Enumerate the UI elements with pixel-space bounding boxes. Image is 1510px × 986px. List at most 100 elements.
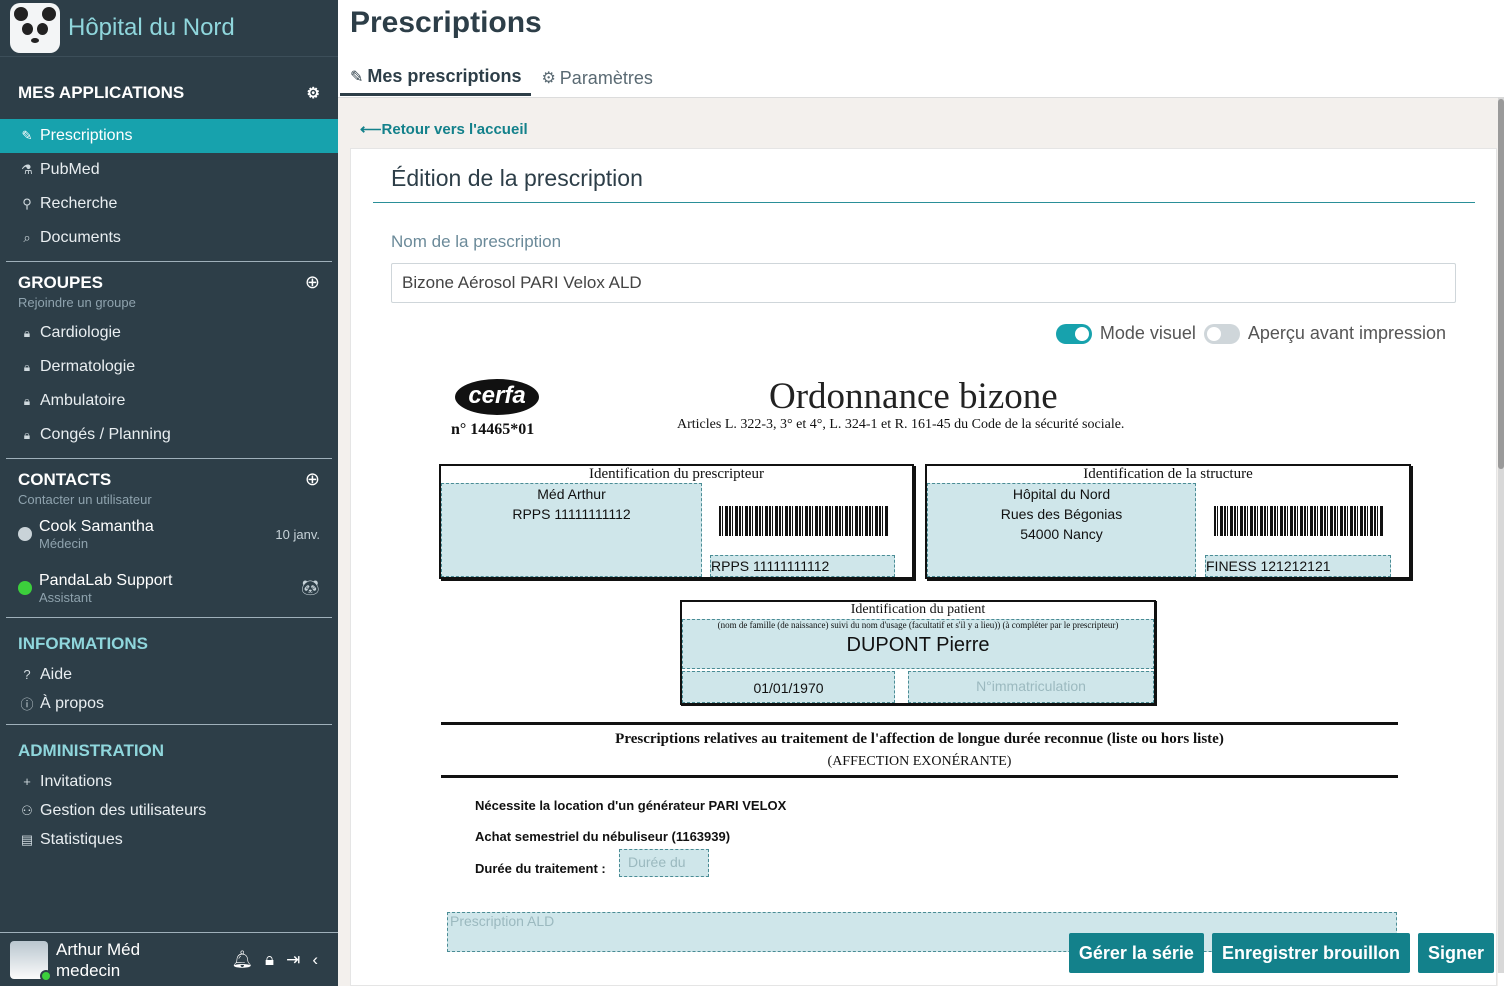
user-role: medecin: [56, 960, 121, 980]
contact-role: Assistant: [39, 589, 92, 605]
status-dot: [18, 527, 32, 541]
patient-note: (nom de famille (de naissance) suivi du …: [717, 620, 1119, 630]
ald-placeholder: Prescription ALD: [450, 913, 555, 929]
scrollbar[interactable]: [1498, 97, 1504, 973]
info-item-aide[interactable]: ? Aide: [0, 660, 338, 689]
page-title: Prescriptions: [350, 6, 542, 39]
group-item-ambulatoire[interactable]: 🔒︎ Ambulatoire: [0, 384, 338, 418]
lock-icon: 🔒︎: [23, 325, 31, 340]
patient-immat-field[interactable]: N°immatriculation: [908, 671, 1154, 703]
visual-mode-toggle[interactable]: [1055, 323, 1092, 344]
structure-field[interactable]: Hôpital du Nord Rues des Bégonias 54000 …: [927, 483, 1196, 577]
online-status-dot: [40, 969, 52, 982]
sidebar-item-documents[interactable]: ⌕ Documents: [0, 221, 338, 255]
section-rule: [441, 722, 1398, 725]
join-group-link[interactable]: Rejoindre un groupe: [0, 295, 338, 310]
avatar[interactable]: [10, 940, 52, 982]
divider: [373, 202, 1475, 203]
sidebar-item-pubmed[interactable]: ⚗ PubMed: [0, 153, 338, 187]
group-item-dermatologie[interactable]: 🔒︎ Dermatologie: [0, 350, 338, 384]
manage-series-button[interactable]: Gérer la série: [1068, 933, 1204, 973]
lock-icon: 🔒︎: [23, 427, 31, 442]
document-edit-icon: ✎: [350, 68, 364, 86]
card-title: Édition de la prescription: [391, 165, 643, 191]
finess-code-field[interactable]: FINESS 121212121: [1205, 555, 1391, 577]
prescriber-field[interactable]: Méd Arthur RPPS 11111111112: [441, 483, 702, 577]
search-icon: ⚲: [22, 196, 32, 211]
lock-icon[interactable]: 🔒︎: [265, 950, 274, 970]
user-name: Arthur Méd: [56, 939, 141, 959]
add-contact-icon[interactable]: ⊕: [305, 469, 320, 490]
contact-info: Cook Samantha Médecin: [39, 518, 275, 551]
prescriber-box: Identification du prescripteur Méd Arthu…: [439, 464, 914, 579]
patient-name: DUPONT Pierre: [846, 634, 990, 656]
patient-name-field[interactable]: (nom de famille (de naissance) suivi du …: [682, 619, 1154, 669]
collapse-sidebar-icon[interactable]: ‹: [312, 950, 318, 970]
rpps-code-field[interactable]: RPPS 11111111112: [710, 555, 895, 577]
prescription-line: Achat semestriel du nébuliseur (1163939): [475, 829, 731, 844]
rpps-code: RPPS 11111111112: [711, 558, 830, 574]
sidebar-item-recherche[interactable]: ⚲ Recherche: [0, 187, 338, 221]
tab-parametres[interactable]: ⚙ Paramètres: [531, 60, 662, 96]
admin-item-gestion-des-utilisateurs[interactable]: ⚇ Gestion des utilisateurs: [0, 796, 338, 825]
app-name: Hôpital du Nord: [68, 14, 235, 41]
groups-header-label: GROUPES: [18, 272, 104, 292]
info-item-a-propos[interactable]: ⓘ À propos: [0, 689, 338, 718]
contact-item[interactable]: PandaLab Support Assistant 🐼︎: [0, 561, 338, 615]
patient-immat-placeholder: N°immatriculation: [976, 678, 1086, 694]
prescriber-name: Méd Arthur: [537, 486, 606, 502]
group-label: Dermatologie: [40, 358, 136, 375]
print-preview-toggle[interactable]: [1203, 323, 1240, 344]
duration-placeholder: Durée du: [628, 854, 686, 870]
sign-button[interactable]: Signer: [1417, 933, 1494, 973]
prescription-editor-card: Édition de la prescription Nom de la pre…: [350, 148, 1497, 986]
ald-section-subtitle: (AFFECTION EXONÉRANTE): [827, 754, 1012, 769]
action-buttons: Gérer la série Enregistrer brouillon Sig…: [1068, 933, 1494, 973]
group-item-conges-planning[interactable]: 🔒︎ Congés / Planning: [0, 418, 338, 452]
admin-item-invitations[interactable]: + Invitations: [0, 767, 338, 796]
back-link[interactable]: ⟵Retour vers l'accueil: [360, 120, 528, 138]
panda-logo-icon: [10, 3, 60, 53]
admin-label: Statistiques: [40, 830, 123, 848]
patient-dob: 01/01/1970: [753, 680, 824, 696]
tab-mes-prescriptions[interactable]: ✎ Mes prescriptions: [340, 60, 532, 96]
groups-header: GROUPES ⊕: [0, 272, 338, 293]
gear-icon: ⚙: [541, 70, 556, 87]
contact-user-link[interactable]: Contacter un utilisateur: [0, 492, 338, 507]
save-draft-button[interactable]: Enregistrer brouillon: [1211, 933, 1410, 973]
prescription-name-input[interactable]: Bizone Aérosol PARI Velox ALD: [391, 263, 1456, 303]
group-item-cardiologie[interactable]: 🔒︎ Cardiologie: [0, 316, 338, 350]
ald-section-title: Prescriptions relatives au traitement de…: [615, 731, 1224, 747]
arrow-left-icon: ⟵: [360, 121, 382, 138]
brand[interactable]: Hôpital du Nord: [0, 0, 338, 57]
sidebar-item-prescriptions[interactable]: ✎ Prescriptions: [0, 119, 338, 153]
back-label: Retour vers l'accueil: [381, 121, 528, 138]
prescription-line: Durée du traitement :: [475, 861, 606, 876]
tab-label: Mes prescriptions: [367, 66, 522, 86]
info-label: À propos: [40, 694, 105, 712]
admin-item-statistiques[interactable]: ▤ Statistiques: [0, 825, 338, 854]
group-label: Ambulatoire: [40, 392, 126, 409]
gear-icon[interactable]: ⚙: [307, 84, 320, 102]
patient-box: Identification du patient (nom de famill…: [680, 600, 1156, 705]
lock-icon: 🔒︎: [23, 359, 31, 374]
sidebar: Hôpital du Nord MES APPLICATIONS ⚙ ✎ Pres…: [0, 0, 338, 986]
form-title: Ordonnance bizone: [769, 376, 1058, 417]
logout-icon[interactable]: ⇥: [286, 950, 300, 970]
bell-icon[interactable]: 🔔︎: [231, 950, 253, 970]
tab-label: Paramètres: [559, 67, 653, 88]
patient-dob-field[interactable]: 01/01/1970: [682, 671, 895, 703]
administration-header: ADMINISTRATION: [18, 741, 165, 760]
contact-item[interactable]: Cook Samantha Médecin 10 janv.: [0, 507, 338, 561]
group-label: Congés / Planning: [40, 426, 171, 443]
sidebar-item-label: Prescriptions: [40, 127, 133, 144]
patient-header: Identification du patient: [850, 602, 986, 617]
structure-box: Identification de la structure Hôpital d…: [925, 464, 1411, 579]
panda-badge-icon: 🐼︎: [300, 580, 320, 597]
duration-field[interactable]: Durée du: [619, 849, 709, 877]
prescription-name-label: Nom de la prescription: [391, 232, 562, 251]
structure-city: 54000 Nancy: [1020, 526, 1103, 542]
prescriber-header: Identification du prescripteur: [589, 466, 764, 482]
plus-icon: +: [23, 774, 31, 789]
add-group-icon[interactable]: ⊕: [305, 272, 320, 293]
